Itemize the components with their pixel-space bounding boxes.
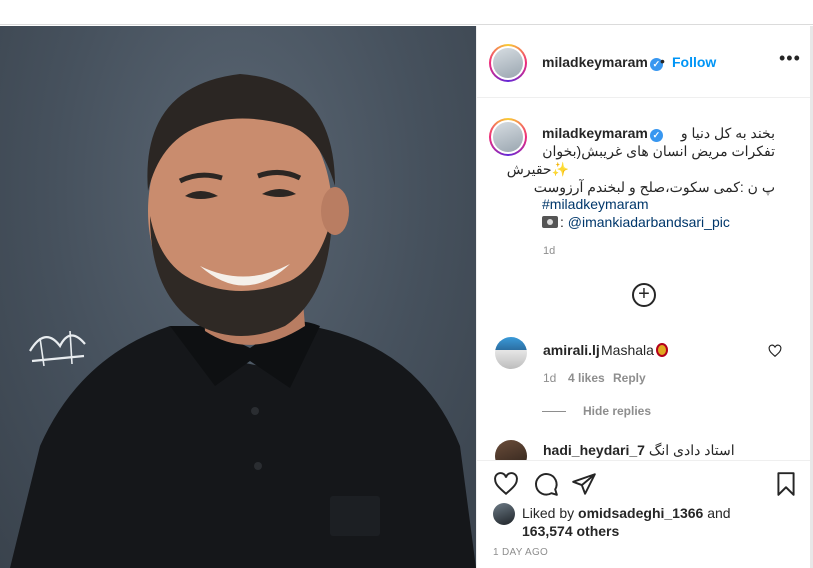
verified-badge-icon: ✓ <box>649 129 663 142</box>
save-bookmark-icon[interactable] <box>773 471 799 497</box>
liked-by-text: Liked by omidsadeghi_1366 and 163,574 ot… <box>522 505 731 539</box>
more-options-icon[interactable]: ••• <box>779 48 801 69</box>
medal-emoji-icon <box>655 343 668 357</box>
share-paper-plane-icon[interactable] <box>571 471 597 497</box>
comment-2-username[interactable]: hadi_heydari_7 <box>543 442 645 458</box>
caption-line-4: پ ن :کمی سکوت،صلح و لبخندم آرزوست <box>533 179 775 195</box>
comment-like-icon[interactable] <box>768 344 782 358</box>
like-heart-icon[interactable] <box>493 471 519 497</box>
post-header: miladkeymaram ✓ • Follow ••• <box>477 26 813 98</box>
caption-line-3: ✨حقیرش <box>506 161 569 177</box>
replies-divider <box>542 411 566 412</box>
photographer-watermark <box>29 330 86 367</box>
caption-line-1: بخند به کل دنیا و <box>680 125 775 141</box>
caption-hashtag[interactable]: #miladkeymaram <box>542 196 649 212</box>
comment-timestamp[interactable]: 1d <box>543 371 556 385</box>
follow-button[interactable]: Follow <box>672 54 716 70</box>
photo-credit: : @imankiadarbandsari_pic <box>542 214 730 230</box>
load-more-comments-icon[interactable]: + <box>632 283 656 307</box>
header-separator: • <box>660 53 665 69</box>
comment-username[interactable]: amirali.lj <box>543 342 600 358</box>
reply-button[interactable]: Reply <box>613 371 646 385</box>
comment-bubble-icon[interactable] <box>533 471 559 497</box>
author-username[interactable]: miladkeymaram ✓ <box>542 54 663 71</box>
post-actions-bar: Liked by omidsadeghi_1366 and 163,574 ot… <box>477 460 813 568</box>
caption-timestamp[interactable]: 1d <box>543 245 555 257</box>
comment-likes-count[interactable]: 4 likes <box>568 371 605 385</box>
hide-replies-button[interactable]: Hide replies <box>583 404 651 418</box>
credit-handle-link[interactable]: @imankiadarbandsari_pic <box>568 214 730 230</box>
commenter-avatar-2[interactable] <box>495 440 527 460</box>
liker-username[interactable]: omidsadeghi_1366 <box>578 505 703 521</box>
caption-username[interactable]: miladkeymaram ✓ <box>542 125 663 142</box>
author-avatar[interactable] <box>489 44 527 82</box>
browser-top-strip <box>0 0 813 25</box>
commenter-avatar[interactable] <box>495 337 527 369</box>
portrait-illustration <box>10 74 476 568</box>
comment-text: Mashala <box>601 342 668 358</box>
post-sidebar: miladkeymaram ✓ • Follow ••• miladkeymara… <box>476 26 813 568</box>
post-photo[interactable] <box>0 26 476 568</box>
comment-2: hadi_heydari_7 استاد دادی انگ <box>543 442 783 460</box>
post-date[interactable]: 1 DAY AGO <box>493 547 548 558</box>
liker-avatar[interactable] <box>493 503 515 525</box>
likes-count[interactable]: 163,574 others <box>522 523 619 539</box>
camera-icon <box>542 216 558 228</box>
caption-line-2: تفکرات مریض انسان های غریبش(بخوان <box>542 143 775 159</box>
caption-author-avatar[interactable] <box>489 118 527 156</box>
comment-2-text: استاد دادی انگ <box>648 442 735 458</box>
